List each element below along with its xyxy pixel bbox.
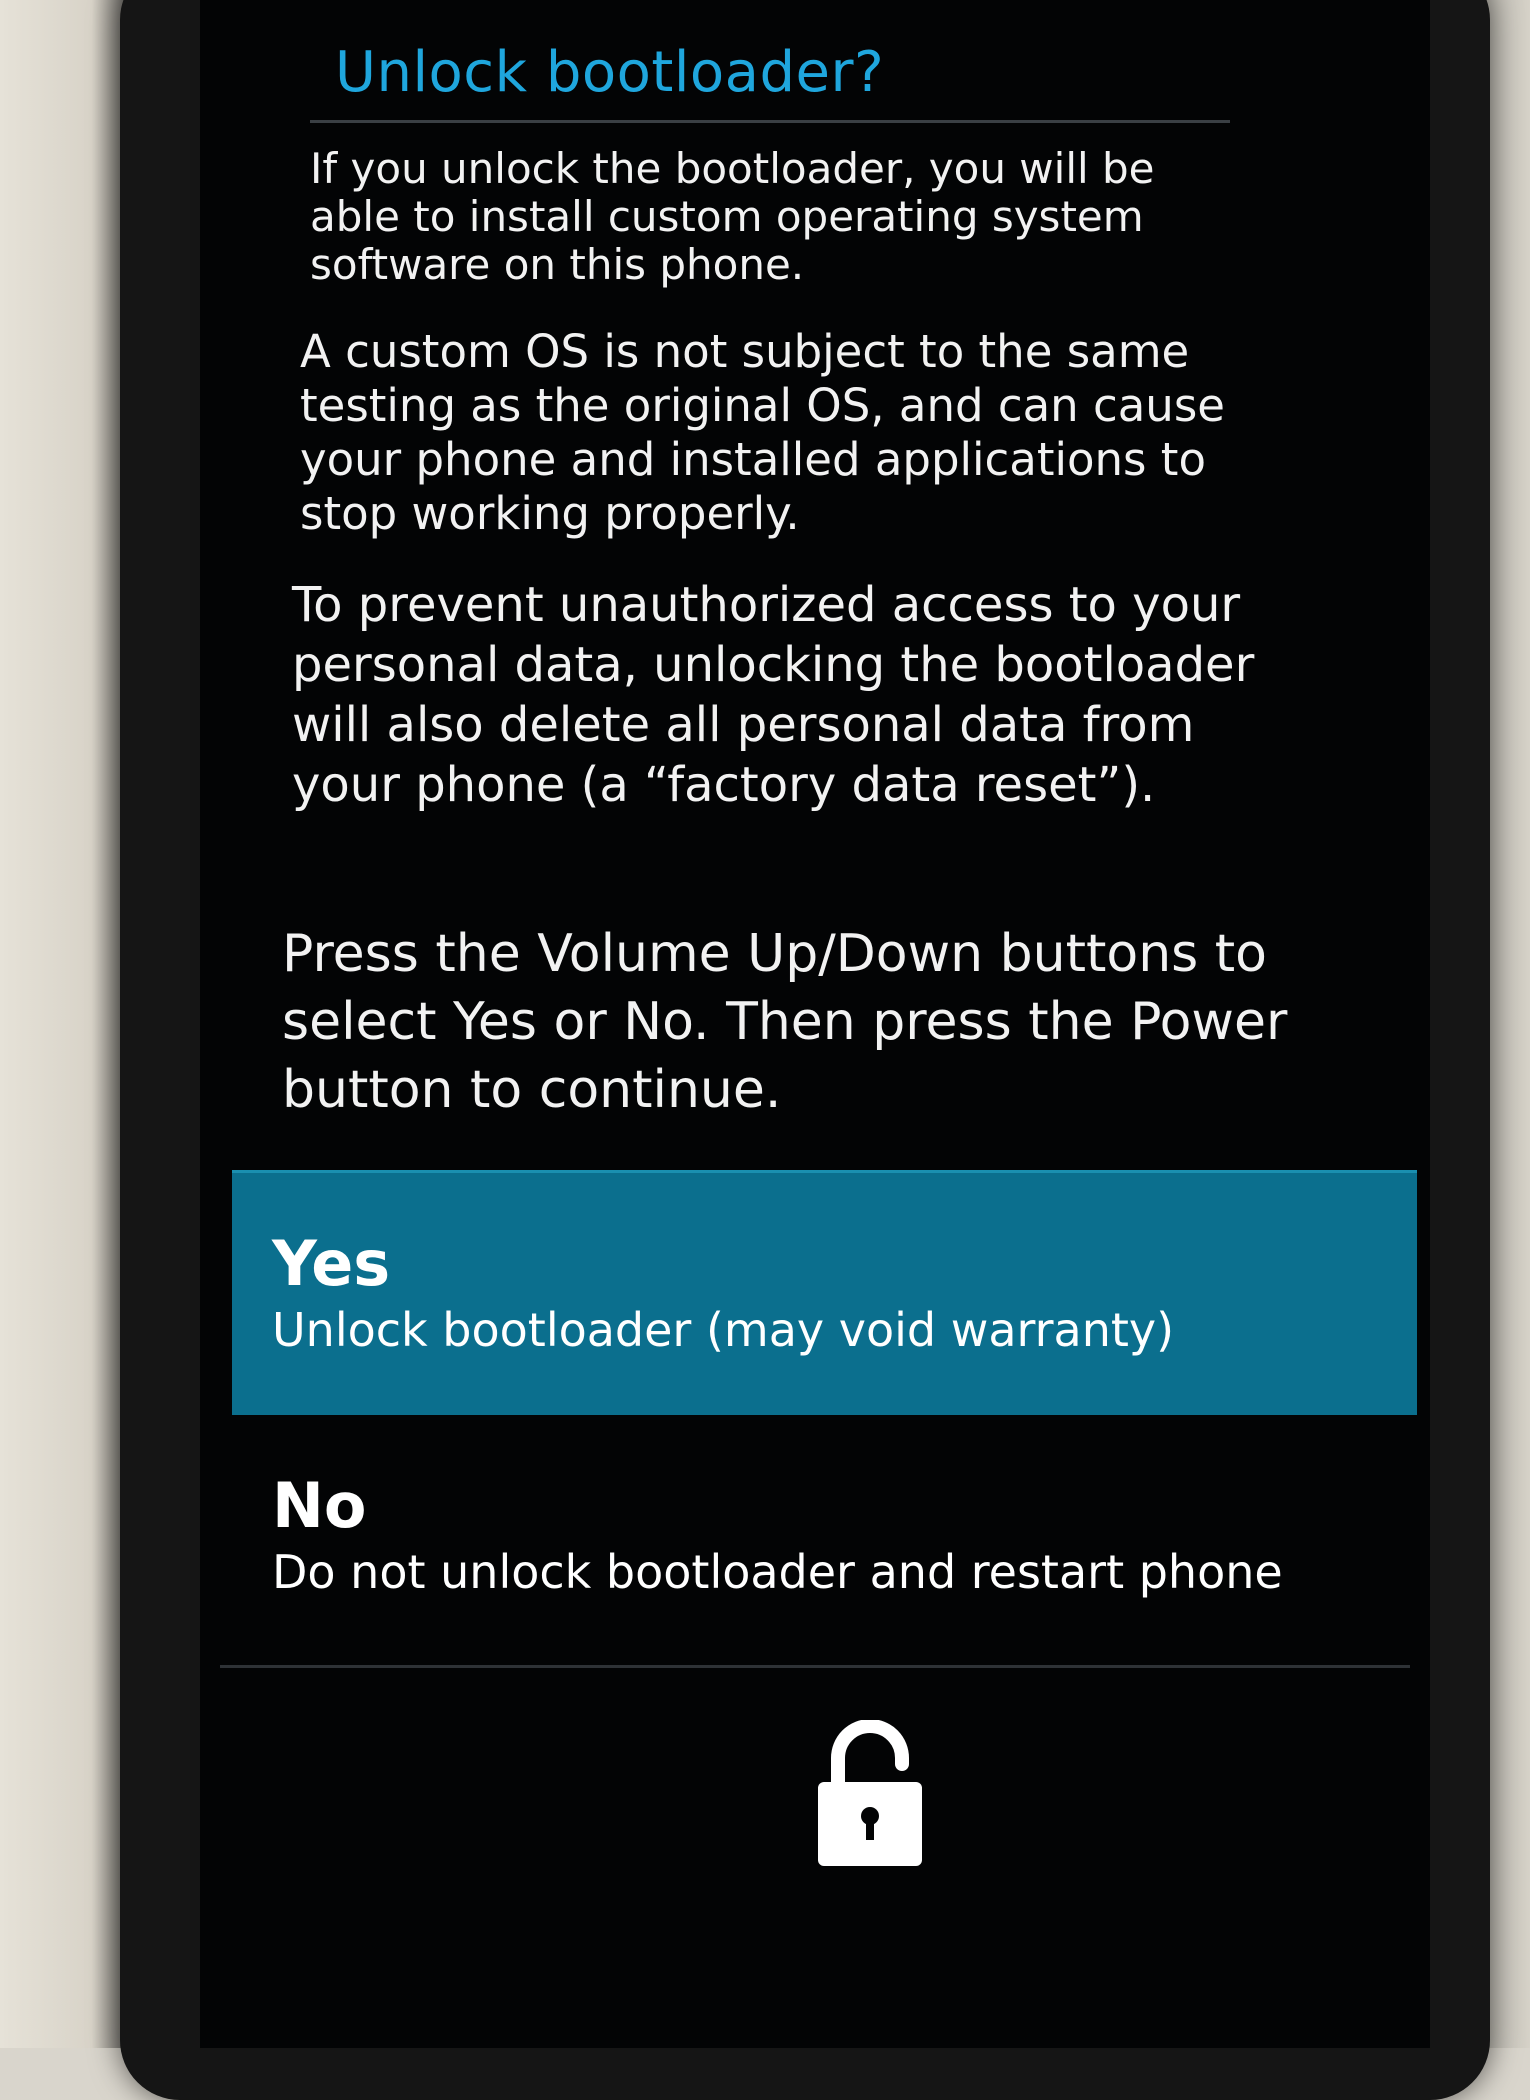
bottom-divider (220, 1665, 1410, 1668)
option-yes-description: Unlock bootloader (may void warranty) (272, 1303, 1175, 1357)
option-no[interactable]: No Do not unlock bootloader and restart … (232, 1450, 1417, 1620)
unlocked-padlock-icon (818, 1720, 922, 1866)
paragraph-data-reset-warning: To prevent unauthorized access to your p… (292, 577, 1255, 813)
paragraph-testing-warning: A custom OS is not subject to the same t… (300, 325, 1225, 540)
option-yes-label: Yes (272, 1227, 391, 1300)
option-no-label: No (272, 1469, 367, 1542)
paragraph-instructions: Press the Volume Up/Down buttons to sele… (282, 924, 1288, 1120)
title-divider (310, 120, 1230, 123)
paragraph-custom-os-info: If you unlock the bootloader, you will b… (310, 144, 1155, 289)
option-yes[interactable]: Yes Unlock bootloader (may void warranty… (232, 1170, 1417, 1415)
dialog-title: Unlock bootloader? (335, 40, 885, 105)
phone-screen: Unlock bootloader? If you unlock the boo… (200, 0, 1430, 2048)
option-no-description: Do not unlock bootloader and restart pho… (272, 1545, 1283, 1599)
